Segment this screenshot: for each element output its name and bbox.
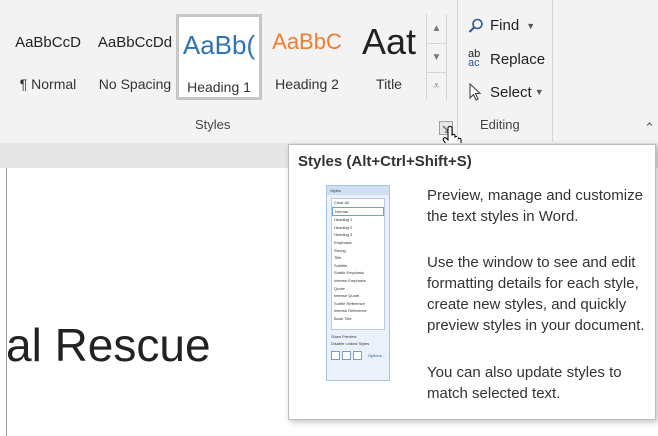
gallery-scroll-up-button[interactable]: ▲	[427, 14, 446, 42]
styles-group-label: Styles	[195, 117, 231, 132]
editing-group-label: Editing	[480, 117, 520, 132]
document-text[interactable]: al Rescue	[6, 318, 211, 372]
thumbnail-options-link: Options...	[367, 353, 385, 358]
replace-icon: ab ac	[468, 48, 481, 69]
group-separator	[552, 0, 553, 142]
page-edge	[6, 168, 7, 436]
tooltip-title: Styles (Alt+Ctrl+Shift+S)	[298, 153, 472, 170]
thumbnail-item: Heading 3	[334, 232, 353, 238]
chevron-down-icon: ▼	[534, 87, 544, 97]
thumbnail-title: Styles	[327, 186, 389, 195]
style-title[interactable]: Aat Title	[352, 14, 426, 100]
thumbnail-item: Intense Quote	[334, 293, 360, 299]
thumbnail-item: Intense Emphasis	[334, 277, 366, 283]
styles-gallery: AaBbCcD ¶ Normal AaBbCcDd No Spacing AaB…	[6, 14, 426, 100]
style-no-spacing[interactable]: AaBbCcDd No Spacing	[92, 14, 178, 100]
style-heading-1[interactable]: AaBb( Heading 1	[176, 14, 262, 100]
select-button[interactable]: Select ▼	[468, 83, 544, 101]
chevron-down-icon: ▼	[526, 20, 536, 31]
new-style-icon	[331, 351, 340, 360]
gallery-scroll-down-button[interactable]: ▼	[427, 43, 446, 71]
style-preview-heading-1: AaBb(	[182, 29, 256, 60]
thumbnail-item: Strong	[334, 247, 346, 253]
collapse-ribbon-icon[interactable]: ⌃	[644, 120, 655, 136]
group-separator	[457, 0, 458, 142]
style-inspector-icon	[342, 351, 351, 360]
replace-label: Replace	[490, 50, 546, 68]
thumbnail-item: Book Title	[334, 315, 352, 321]
thumbnail-item: Clear All	[334, 200, 349, 205]
manage-styles-icon	[353, 351, 362, 360]
thumbnail-item: Subtle Emphasis	[334, 270, 365, 276]
tooltip-paragraph-3: You can also update styles to match sele…	[427, 364, 622, 402]
chevron-up-icon: ▲	[431, 22, 442, 34]
search-icon	[468, 18, 490, 34]
thumbnail-item: Quote	[334, 285, 345, 291]
thumbnail-checkbox: Disable Linked Styles	[331, 341, 370, 346]
find-label: Find	[490, 17, 520, 34]
thumbnail-style-list: Clear All Normal Heading 1 Heading 2 Hea…	[331, 198, 385, 330]
style-preview-heading-2: AaBbC	[272, 29, 342, 54]
thumbnail-item: Emphasis	[334, 239, 352, 245]
thumbnail-item: Normal	[332, 206, 384, 217]
style-label-no-spacing: No Spacing	[98, 76, 172, 92]
style-heading-2[interactable]: AaBbC Heading 2	[264, 14, 350, 100]
thumbnail-item: Heading 2	[334, 224, 353, 230]
style-label-title: Title	[376, 76, 402, 92]
tooltip-paragraph-2: Use the window to see and edit formattin…	[427, 254, 645, 334]
style-label-heading-1: Heading 1	[187, 79, 251, 95]
style-normal[interactable]: AaBbCcD ¶ Normal	[6, 14, 90, 100]
thumbnail-item: Subtle Reference	[334, 300, 365, 306]
chevron-down-icon: ▼	[431, 52, 442, 63]
find-button[interactable]: Find ▼	[468, 17, 535, 34]
select-label: Select	[490, 83, 532, 101]
style-preview-no-spacing: AaBbCcDd	[97, 33, 173, 51]
thumbnail-checkbox: Show Preview	[331, 334, 357, 339]
gallery-more-button[interactable]: ⩡	[427, 72, 446, 100]
thumbnail-item: Intense Reference	[334, 308, 367, 314]
styles-pane-thumbnail: Styles Clear All Normal Heading 1 Headin…	[326, 185, 390, 381]
styles-tooltip: Styles (Alt+Ctrl+Shift+S) Styles Clear A…	[288, 144, 656, 420]
replace-button[interactable]: ab ac Replace	[468, 48, 546, 69]
gallery-scrollbar: ▲ ▼ ⩡	[426, 14, 447, 100]
style-label-normal: ¶ Normal	[19, 76, 77, 92]
style-preview-normal: AaBbCcD	[15, 33, 81, 51]
tooltip-paragraph-1: Preview, manage and customize the text s…	[427, 187, 643, 225]
thumbnail-item: Title	[334, 255, 342, 261]
style-preview-title: Aat	[361, 21, 417, 62]
more-icon: ⩡	[433, 80, 440, 92]
thumbnail-item: Subtitle	[334, 262, 348, 268]
thumbnail-buttons: Options...	[327, 347, 389, 360]
select-arrow-icon	[468, 83, 490, 101]
thumbnail-item: Heading 1	[334, 217, 353, 223]
style-label-heading-2: Heading 2	[275, 76, 339, 92]
